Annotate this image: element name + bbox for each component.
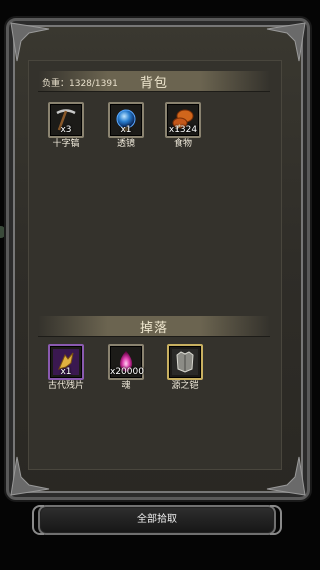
item-quantity: x1324 — [168, 125, 198, 135]
backpack-item-lens[interactable]: x1 透镜 — [104, 102, 148, 149]
drop-item-armor[interactable]: 源之铠 — [163, 344, 207, 391]
pickup-all-button[interactable]: 全部拾取 — [32, 505, 282, 535]
backpack-item-pickaxe[interactable]: x3 十字镐 — [44, 102, 88, 149]
left-edge-tab — [0, 226, 5, 238]
backpack-header: 负重：1328/1391 背包 — [38, 71, 270, 92]
item-quantity: x1 — [60, 367, 72, 377]
drop-item-ancient-shard[interactable]: x1 古代残片 — [44, 344, 88, 391]
drop-header: 掉落 — [38, 316, 270, 337]
item-quantity: x1 — [120, 125, 132, 135]
armor-icon — [172, 349, 198, 375]
item-slot: x20000 — [108, 344, 144, 380]
item-slot: x3 — [48, 102, 84, 138]
backpack-title: 背包 — [139, 76, 168, 91]
item-slot — [167, 344, 203, 380]
backpack-item-food[interactable]: x1324 食物 — [161, 102, 205, 149]
drop-item-soul[interactable]: x20000 魂 — [104, 344, 148, 391]
item-quantity: x20000 — [110, 367, 144, 377]
item-slot: x1324 — [165, 102, 201, 138]
item-slot: x1 — [108, 102, 144, 138]
item-slot: x1 — [48, 344, 84, 380]
item-quantity: x3 — [60, 125, 72, 135]
drop-title: 掉落 — [139, 321, 168, 336]
